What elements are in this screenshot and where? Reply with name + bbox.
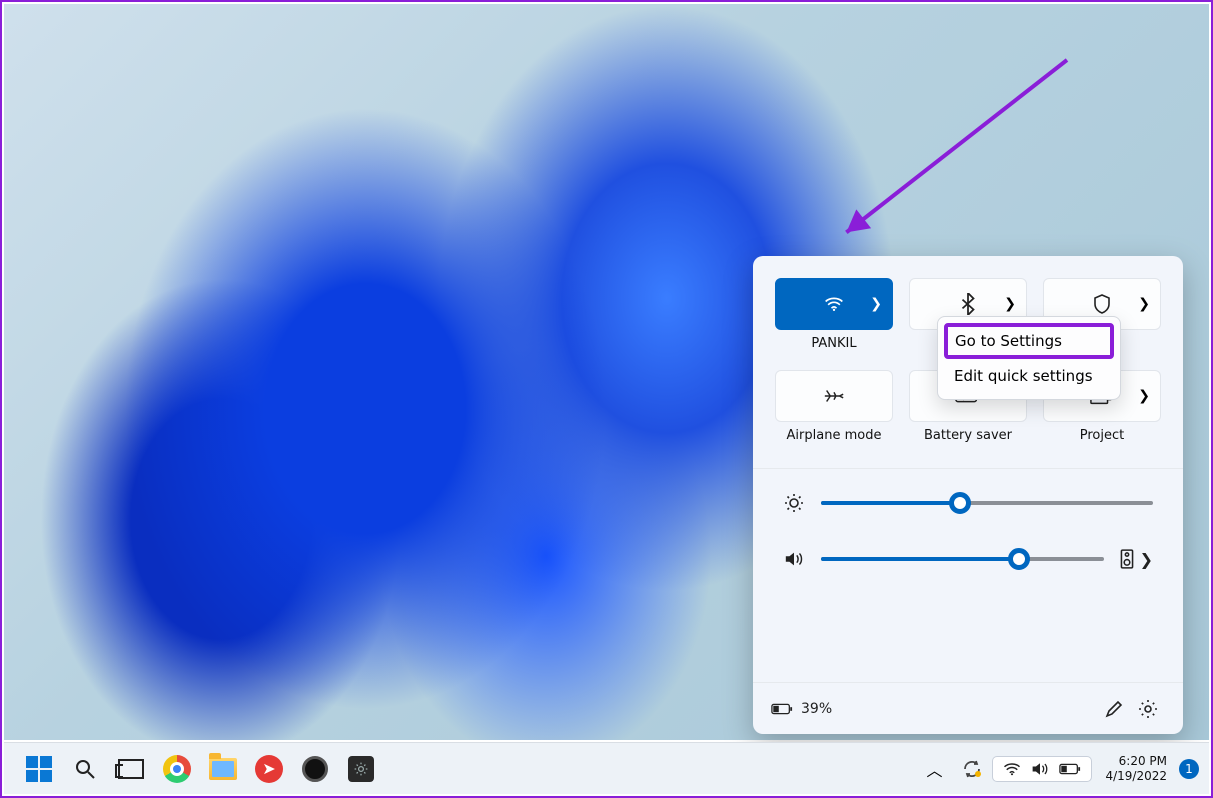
project-tile-label: Project [1043, 428, 1161, 456]
obs-icon [302, 756, 328, 782]
chevron-right-icon: ❯ [1138, 388, 1150, 404]
search-button[interactable] [66, 750, 104, 788]
project-expand-button[interactable]: ❯ [1138, 371, 1150, 421]
context-edit-quick-settings[interactable]: Edit quick settings [944, 359, 1114, 393]
airplane-tile-label: Airplane mode [775, 428, 893, 456]
airplane-icon [776, 386, 892, 406]
battery-saver-tile-label: Battery saver [909, 428, 1027, 456]
windows-logo-icon [26, 756, 52, 782]
taskbar: ➤ ︿ 6:20 PM 4/19/2022 1 [4, 742, 1209, 794]
search-icon [74, 758, 96, 780]
battery-percent-text[interactable]: 39% [801, 701, 832, 717]
settings-button[interactable] [1131, 692, 1165, 726]
sliders-section: ❯ [753, 468, 1183, 579]
chrome-app[interactable] [158, 750, 196, 788]
file-explorer-app[interactable] [204, 750, 242, 788]
volume-row: ❯ [783, 549, 1153, 569]
context-go-to-settings[interactable]: Go to Settings [944, 323, 1114, 359]
chevron-right-icon: ❯ [1004, 296, 1016, 312]
obs-app[interactable] [296, 750, 334, 788]
tile-context-menu: Go to Settings Edit quick settings [937, 316, 1121, 400]
brightness-slider[interactable] [821, 501, 1153, 505]
wifi-tile[interactable]: ❯ [775, 278, 893, 330]
chevron-right-icon: ❯ [870, 296, 882, 312]
audio-output-button[interactable] [1120, 549, 1134, 569]
send-anywhere-app[interactable]: ➤ [250, 750, 288, 788]
gear-icon [348, 756, 374, 782]
taskbar-pinned-apps: ➤ [4, 750, 1209, 788]
folder-icon [209, 758, 237, 780]
wifi-tile-label: PANKIL [775, 336, 893, 364]
battery-icon [771, 703, 793, 715]
security-expand-button[interactable]: ❯ [1138, 279, 1150, 329]
chrome-icon [163, 755, 191, 783]
wifi-expand-button[interactable]: ❯ [870, 279, 882, 329]
start-button[interactable] [20, 750, 58, 788]
brightness-row [783, 493, 1153, 513]
quick-settings-panel: ❯ ❯ ❯ PANKIL [753, 256, 1183, 734]
airplane-tile[interactable] [775, 370, 893, 422]
task-view-icon [118, 759, 144, 779]
brightness-icon [783, 493, 805, 513]
volume-slider[interactable] [821, 557, 1104, 561]
chevron-right-icon: ❯ [1138, 296, 1150, 312]
task-view-button[interactable] [112, 750, 150, 788]
quick-settings-footer: 39% [753, 682, 1183, 734]
paper-plane-icon: ➤ [255, 755, 283, 783]
edit-quick-settings-button[interactable] [1097, 692, 1131, 726]
volume-icon [783, 550, 805, 568]
settings-app[interactable] [342, 750, 380, 788]
chevron-right-icon: ❯ [1140, 550, 1153, 569]
